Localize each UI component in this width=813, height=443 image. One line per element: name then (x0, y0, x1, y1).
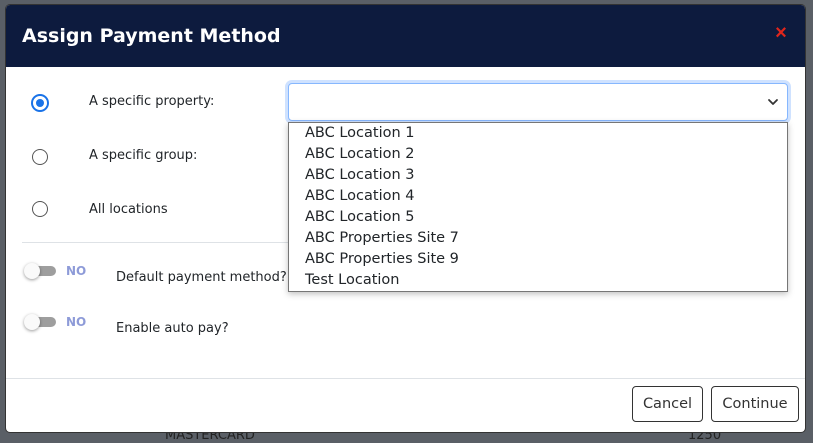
chevron-down-icon (768, 99, 778, 105)
radio-specific-group[interactable] (32, 149, 48, 165)
auto-pay-toggle[interactable] (24, 314, 58, 330)
assign-payment-method-modal: Assign Payment Method × A specific prope… (6, 5, 805, 432)
footer-divider (6, 378, 805, 379)
dropdown-option[interactable]: ABC Location 4 (289, 186, 787, 207)
dropdown-option[interactable]: Test Location (289, 270, 787, 291)
radio-specific-property[interactable] (32, 95, 48, 111)
label-specific-property: A specific property: (89, 94, 215, 109)
auto-pay-label: Enable auto pay? (116, 321, 229, 336)
label-specific-group: A specific group: (89, 148, 198, 163)
modal-title: Assign Payment Method (22, 25, 281, 47)
auto-pay-toggle-state: NO (66, 315, 87, 329)
close-icon[interactable]: × (771, 23, 791, 43)
property-select[interactable] (288, 83, 788, 121)
dropdown-option[interactable]: ABC Location 1 (289, 123, 787, 144)
property-dropdown-list: ABC Location 1 ABC Location 2 ABC Locati… (288, 122, 788, 292)
default-payment-toggle-state: NO (66, 264, 87, 278)
default-payment-toggle[interactable] (24, 263, 58, 279)
dropdown-option[interactable]: ABC Location 3 (289, 165, 787, 186)
dropdown-option[interactable]: ABC Location 2 (289, 144, 787, 165)
dropdown-option[interactable]: ABC Location 5 (289, 207, 787, 228)
dropdown-option[interactable]: ABC Properties Site 7 (289, 228, 787, 249)
toggle-knob (24, 314, 40, 330)
modal-header: Assign Payment Method × (6, 5, 805, 67)
default-payment-label: Default payment method? (116, 270, 287, 285)
dropdown-option[interactable]: ABC Properties Site 9 (289, 249, 787, 270)
label-all-locations: All locations (89, 202, 168, 217)
cancel-button[interactable]: Cancel (632, 386, 703, 422)
radio-all-locations[interactable] (32, 201, 48, 217)
divider (22, 242, 322, 243)
continue-button[interactable]: Continue (711, 386, 799, 422)
toggle-knob (24, 263, 40, 279)
